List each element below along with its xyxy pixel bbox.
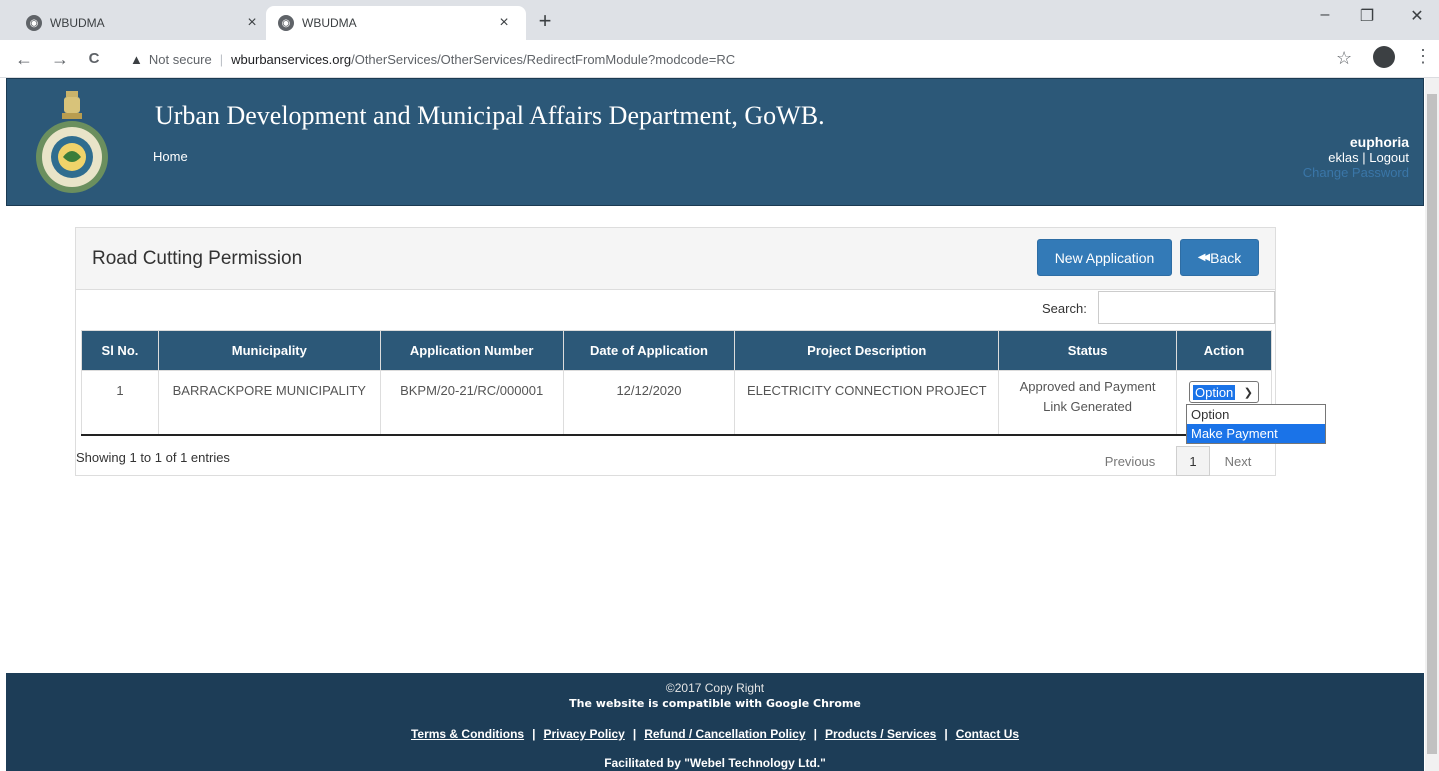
link-separator: | xyxy=(632,727,637,741)
site-footer: ©2017 Copy Right The website is compatib… xyxy=(6,673,1424,771)
search-input[interactable] xyxy=(1098,291,1275,324)
table-row: 1 BARRACKPORE MUNICIPALITY BKPM/20-21/RC… xyxy=(81,370,1273,436)
table-header-row: Sl No. Municipality Application Number D… xyxy=(81,330,1273,371)
tab-title: WBUDMA xyxy=(302,16,357,30)
security-label: Not secure xyxy=(148,51,212,67)
cell-project: ELECTRICITY CONNECTION PROJECT xyxy=(734,370,1000,436)
user-block: euphoria eklas | Logout Change Password xyxy=(1303,134,1409,180)
column-header[interactable]: Sl No. xyxy=(81,330,159,371)
pagination: Previous 1 Next xyxy=(1084,446,1266,476)
globe-icon: ◉ xyxy=(26,15,42,31)
back-icon: ◀◀ xyxy=(1197,252,1211,263)
link-separator: | xyxy=(813,727,817,741)
cell-municipality: BARRACKPORE MUNICIPALITY xyxy=(157,370,381,436)
column-header[interactable]: Application Number xyxy=(379,330,564,371)
next-button[interactable]: Next xyxy=(1210,454,1266,469)
close-icon[interactable]: × xyxy=(242,14,262,32)
tab-title: WBUDMA xyxy=(50,16,105,30)
road-cutting-panel: Road Cutting Permission New Application … xyxy=(75,227,1276,476)
cell-date: 12/12/2020 xyxy=(562,370,736,436)
column-header[interactable]: Action xyxy=(1175,330,1273,371)
user-sub: eklas xyxy=(1328,150,1359,165)
user-name: euphoria xyxy=(1349,134,1409,150)
browser-tab-1[interactable]: ◉ WBUDMA × xyxy=(14,6,274,40)
panel-heading: Road Cutting Permission New Application … xyxy=(76,228,1275,290)
footer-links: Terms & Conditions | Privacy Policy | Refund… xyxy=(6,727,1424,741)
url-separator: | xyxy=(219,51,224,67)
page-title: Road Cutting Permission xyxy=(92,248,303,269)
star-icon[interactable]: ☆ xyxy=(1336,48,1352,69)
previous-button[interactable]: Previous xyxy=(1084,454,1176,469)
url-host: wburbanservices.org xyxy=(231,51,352,67)
contact-link[interactable]: Contact Us xyxy=(956,727,1019,741)
minimize-button[interactable]: – xyxy=(1310,6,1340,24)
browser-tab-bar: ◉ WBUDMA × ◉ WBUDMA × + – ❐ ✕ xyxy=(0,0,1439,40)
warning-icon: ▲ xyxy=(130,51,143,67)
back-arrow-icon[interactable]: ← xyxy=(14,49,34,70)
forward-arrow-icon[interactable]: → xyxy=(50,49,70,70)
copyright-text: ©2017 Copy Right xyxy=(665,681,765,695)
dropdown-option-option[interactable]: Option xyxy=(1187,405,1325,424)
reload-icon[interactable]: C xyxy=(84,50,104,67)
home-link[interactable]: Home xyxy=(153,149,188,164)
user-links: eklas | Logout xyxy=(1303,150,1409,165)
cell-application-number: BKPM/20-21/RC/000001 xyxy=(379,370,564,436)
url-path: /OtherServices/OtherServices/RedirectFro… xyxy=(351,51,736,67)
page-1-button[interactable]: 1 xyxy=(1176,446,1210,476)
cell-status: Approved and Payment Link Generated xyxy=(998,370,1177,436)
browser-tab-2[interactable]: ◉ WBUDMA × xyxy=(266,6,526,40)
close-icon[interactable]: × xyxy=(494,14,514,32)
action-dropdown-list: Option Make Payment xyxy=(1186,404,1326,444)
cell-sl: 1 xyxy=(81,370,159,436)
back-button[interactable]: ◀◀ Back xyxy=(1180,239,1259,276)
search-label: Search: xyxy=(1042,301,1087,316)
refund-link[interactable]: Refund / Cancellation Policy xyxy=(644,727,805,741)
status-line-1: Approved and Payment xyxy=(1019,379,1156,394)
privacy-link[interactable]: Privacy Policy xyxy=(543,727,624,741)
chevron-down-icon: ❯ xyxy=(1243,386,1253,399)
new-application-button[interactable]: New Application xyxy=(1037,239,1172,276)
logout-link[interactable]: Logout xyxy=(1369,150,1409,165)
action-selected-value: Option xyxy=(1192,384,1236,400)
address-bar: ← → C ▲ Not secure | wburbanservices.org… xyxy=(0,40,1439,78)
compat-text: The website is compatible with Google Ch… xyxy=(569,697,861,710)
window-close-button[interactable]: ✕ xyxy=(1402,6,1432,26)
column-header[interactable]: Municipality xyxy=(157,330,381,371)
kebab-menu-icon[interactable]: ⋮ xyxy=(1414,46,1432,67)
column-header[interactable]: Project Description xyxy=(734,330,1000,371)
dropdown-option-make-payment[interactable]: Make Payment xyxy=(1187,424,1325,443)
column-header[interactable]: Status xyxy=(998,330,1177,371)
link-separator: | xyxy=(944,727,948,741)
url-input[interactable]: ▲ Not secure | wburbanservices.org /Othe… xyxy=(118,45,1318,73)
plus-icon[interactable]: + xyxy=(533,8,557,34)
products-link[interactable]: Products / Services xyxy=(825,727,936,741)
scrollbar-thumb[interactable] xyxy=(1427,94,1437,754)
profile-icon[interactable] xyxy=(1373,46,1395,68)
emblem-icon xyxy=(36,91,108,193)
maximize-button[interactable]: ❐ xyxy=(1352,6,1382,26)
applications-table: Sl No. Municipality Application Number D… xyxy=(81,330,1273,436)
page-scrollbar[interactable] xyxy=(1425,78,1439,771)
column-header[interactable]: Date of Application xyxy=(562,330,736,371)
table-info: Showing 1 to 1 of 1 entries xyxy=(76,450,230,465)
site-header: Urban Development and Municipal Affairs … xyxy=(6,78,1424,206)
globe-icon: ◉ xyxy=(278,15,294,31)
change-password-link[interactable]: Change Password xyxy=(1303,165,1409,180)
status-line-2: Link Generated xyxy=(1043,399,1132,414)
terms-link[interactable]: Terms & Conditions xyxy=(411,727,524,741)
facilitated-text: Facilitated by "Webel Technology Ltd." xyxy=(604,756,826,770)
site-title: Urban Development and Municipal Affairs … xyxy=(155,101,825,130)
back-label: Back xyxy=(1210,249,1242,266)
action-select[interactable]: Option ❯ xyxy=(1188,381,1259,403)
links-separator: | xyxy=(1358,150,1370,165)
link-separator: | xyxy=(532,727,536,741)
